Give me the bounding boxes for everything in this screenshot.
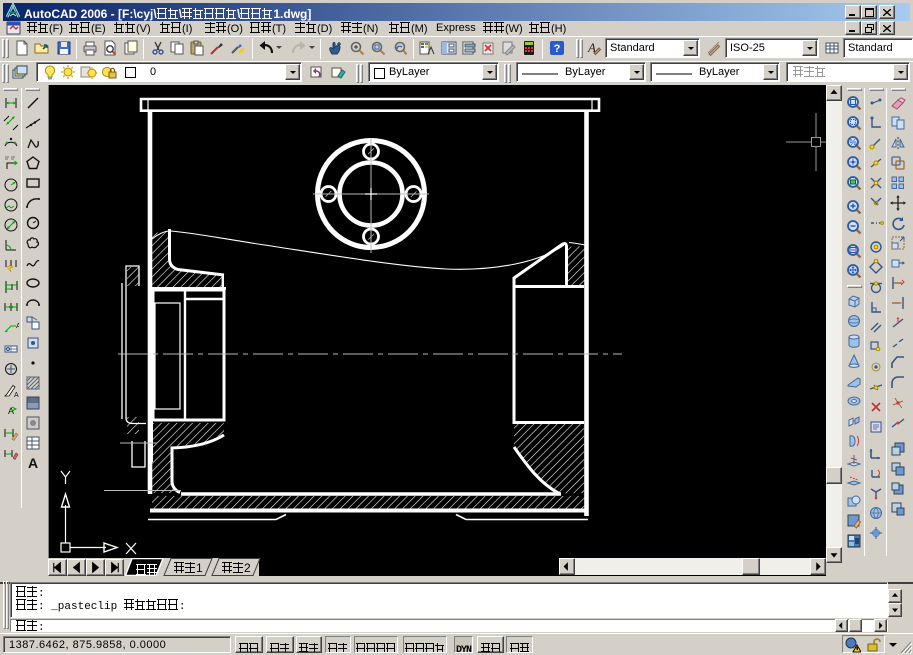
svg-text:%: % [849, 138, 856, 147]
svg-text:?: ? [554, 43, 561, 55]
svg-text:A: A [28, 455, 38, 471]
svg-text:A: A [16, 323, 19, 330]
svg-text:A: A [14, 392, 19, 399]
